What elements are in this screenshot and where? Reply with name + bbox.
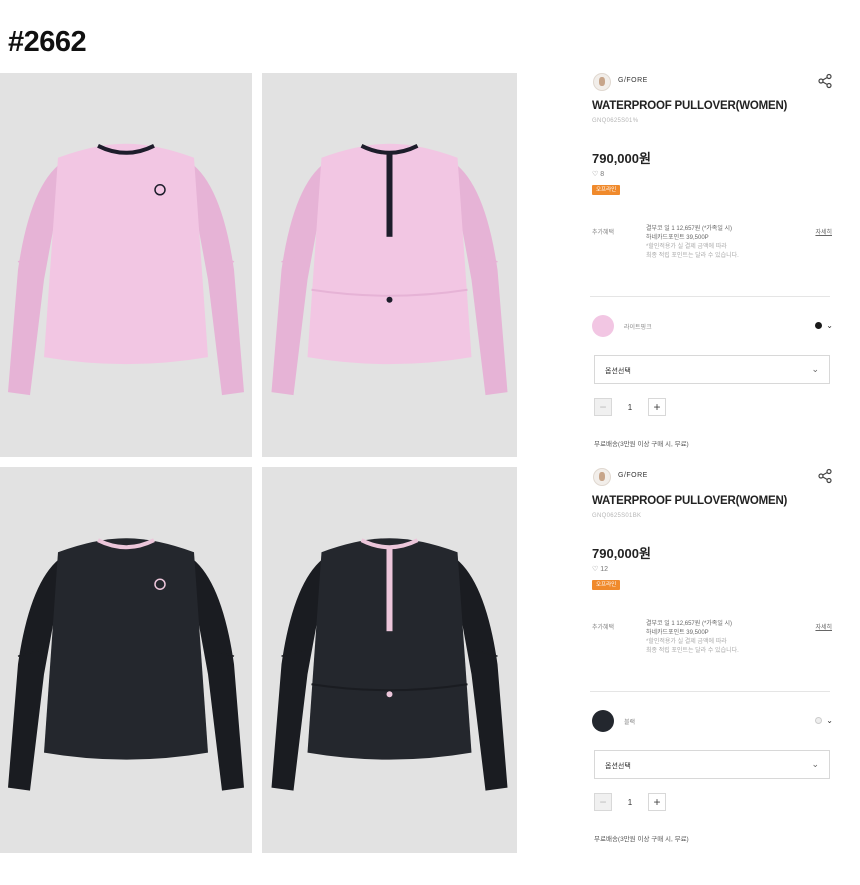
benefit-details-link[interactable]: 자세히 <box>815 227 832 236</box>
product-name: WATERPROOF PULLOVER(WOMEN) <box>592 100 788 112</box>
benefit-note: 최종 적립 포인트는 달라 수 있습니다. <box>646 253 739 259</box>
selected-color-swatch[interactable] <box>592 710 614 732</box>
benefit-line: 결부코 일 1 12,657원 (*가족일 시) <box>646 226 733 232</box>
color-option-dot[interactable] <box>815 322 823 329</box>
cord-toggle <box>386 296 393 303</box>
product-panel-pink: G/FORE WATERPROOF PULLOVER(WOMEN) GNQ062… <box>590 72 835 467</box>
back-zip-tape <box>386 546 393 632</box>
benefit-details-link[interactable]: 자세히 <box>815 622 832 631</box>
quantity-decrease-button[interactable]: − <box>594 793 612 811</box>
benefit-note: *할인적용가 실 결제 금액에 따라 <box>646 639 727 645</box>
chevron-down-icon: ⌄ <box>811 759 819 769</box>
like-count[interactable]: ♡ 8 <box>592 170 604 178</box>
offline-badge: 오프라인 <box>592 580 621 590</box>
pullover-illustration <box>271 143 508 396</box>
option-select[interactable]: 옵션선택 ⌄ <box>594 355 830 384</box>
product-panel-black: G/FORE WATERPROOF PULLOVER(WOMEN) GNQ062… <box>590 467 835 862</box>
color-options: ⌄ <box>815 321 833 330</box>
like-count[interactable]: ♡ 12 <box>592 565 608 573</box>
pullover-illustration <box>271 538 508 791</box>
benefit-note: *할인적용가 실 결제 금액에 따라 <box>646 244 727 250</box>
product-photo-pink-back[interactable] <box>262 73 517 457</box>
option-select-value: 옵션선택 <box>605 763 631 770</box>
brand-name[interactable]: G/FORE <box>618 77 648 84</box>
benefit-details: 결부코 일 1 12,657원 (*가족일 시) 하네카드포인트 39,500P… <box>646 225 806 261</box>
color-name: 라이트핑크 <box>624 325 652 331</box>
brand-row: G/FORE <box>590 467 835 487</box>
product-photo-black-back[interactable] <box>262 467 517 853</box>
pullover-illustration <box>8 538 244 791</box>
brand-logo-icon[interactable] <box>593 73 611 91</box>
quantity-increase-button[interactable]: + <box>648 793 666 811</box>
chevron-down-icon[interactable]: ⌄ <box>826 716 833 725</box>
product-photo-pink-front[interactable] <box>0 73 252 457</box>
shipping-info: 무료배송(3만원 이상 구매 시, 무료) <box>594 836 689 843</box>
product-price: 790,000원 <box>592 151 651 166</box>
benefit-label: 추가혜택 <box>592 625 615 631</box>
benefit-line: 결부코 일 1 12,657원 (*가족일 시) <box>646 621 733 627</box>
garment-body <box>44 538 208 760</box>
garment-body <box>44 143 208 365</box>
offline-badge: 오프라인 <box>592 185 621 195</box>
divider <box>590 691 830 692</box>
color-options: ⌄ <box>815 716 833 725</box>
product-code: GNQ0625S01% <box>592 118 639 124</box>
brand-logo-icon[interactable] <box>593 468 611 486</box>
back-zip-tape <box>386 151 393 237</box>
share-icon[interactable] <box>817 73 833 89</box>
product-photo-black-front[interactable] <box>0 467 252 853</box>
brand-name[interactable]: G/FORE <box>618 472 648 479</box>
benefit-label: 추가혜택 <box>592 230 615 236</box>
page-title: #2662 <box>8 26 87 58</box>
quantity-value[interactable]: 1 <box>620 798 640 807</box>
shipping-info: 무료배송(3만원 이상 구매 시, 무료) <box>594 441 689 448</box>
product-price: 790,000원 <box>592 546 651 561</box>
quantity-value[interactable]: 1 <box>620 403 640 412</box>
option-select-value: 옵션선택 <box>605 368 631 375</box>
brand-row: G/FORE <box>590 72 835 92</box>
chevron-down-icon: ⌄ <box>811 364 819 374</box>
divider <box>590 296 830 297</box>
color-name: 블랙 <box>624 720 636 726</box>
benefit-line: 하네카드포인트 39,500P <box>646 235 709 241</box>
product-name: WATERPROOF PULLOVER(WOMEN) <box>592 495 788 507</box>
pullover-illustration <box>8 143 244 396</box>
benefit-line: 하네카드포인트 39,500P <box>646 630 709 636</box>
benefit-details: 결부코 일 1 12,657원 (*가족일 시) 하네카드포인트 39,500P… <box>646 620 806 656</box>
quantity-increase-button[interactable]: + <box>648 398 666 416</box>
cord-toggle <box>386 691 393 698</box>
quantity-decrease-button[interactable]: − <box>594 398 612 416</box>
product-code: GNQ0625S01BK <box>592 513 642 519</box>
benefit-note: 최종 적립 포인트는 달라 수 있습니다. <box>646 648 739 654</box>
color-option-dot[interactable] <box>815 717 823 724</box>
selected-color-swatch[interactable] <box>592 315 614 337</box>
option-select[interactable]: 옵션선택 ⌄ <box>594 750 830 779</box>
share-icon[interactable] <box>817 468 833 484</box>
chevron-down-icon[interactable]: ⌄ <box>826 321 833 330</box>
